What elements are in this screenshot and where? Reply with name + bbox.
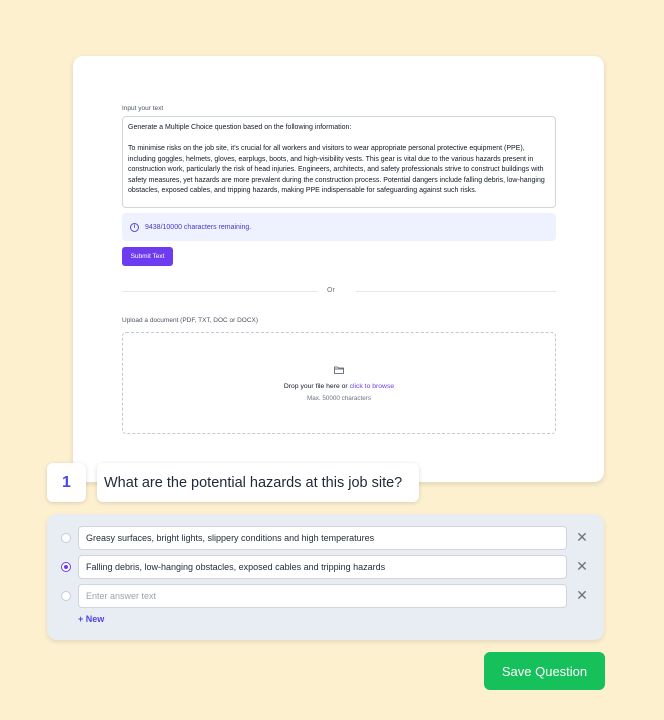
or-label: Or [327,287,335,294]
answer-input[interactable] [78,584,567,608]
folder-icon [334,366,344,374]
close-icon[interactable]: ✕ [575,588,589,602]
drop-text: Drop your file here or click to browse [123,383,555,390]
answer-row: ✕ [47,526,604,550]
submit-text-button[interactable]: Submit Text [122,247,173,266]
answer-radio[interactable] [61,533,71,543]
browse-link[interactable]: click to browse [350,383,395,390]
text-input-card: Input your text Generate a Multiple Choi… [73,56,604,482]
answer-row: ✕ [47,584,604,608]
question-number: 1 [47,463,86,502]
upload-label: Upload a document (PDF, TXT, DOC or DOCX… [122,317,259,324]
question-title[interactable]: What are the potential hazards at this j… [97,463,419,502]
answer-row: ✕ [47,555,604,579]
file-dropzone[interactable]: Drop your file here or click to browse M… [122,332,556,434]
answer-input[interactable] [78,555,567,579]
close-icon[interactable]: ✕ [575,559,589,573]
char-count-text: 9438/10000 characters remaining. [145,223,252,231]
answer-radio-selected[interactable] [61,562,71,572]
drop-instruction: Drop your file here or [283,383,350,390]
max-characters-note: Max. 50000 characters [306,395,372,402]
add-answer-button[interactable]: + New [78,614,104,624]
text-input-area[interactable]: Generate a Multiple Choice question base… [122,116,556,208]
answers-panel: ✕ ✕ ✕ + New [47,514,604,640]
close-icon[interactable]: ✕ [575,530,589,544]
char-count-banner: i 9438/10000 characters remaining. [122,213,556,241]
save-question-button[interactable]: Save Question [484,652,605,690]
input-label: Input your text [122,105,164,112]
answer-radio[interactable] [61,591,71,601]
or-divider: Or [122,287,556,294]
answer-input[interactable] [78,526,567,550]
info-icon: i [130,222,139,232]
